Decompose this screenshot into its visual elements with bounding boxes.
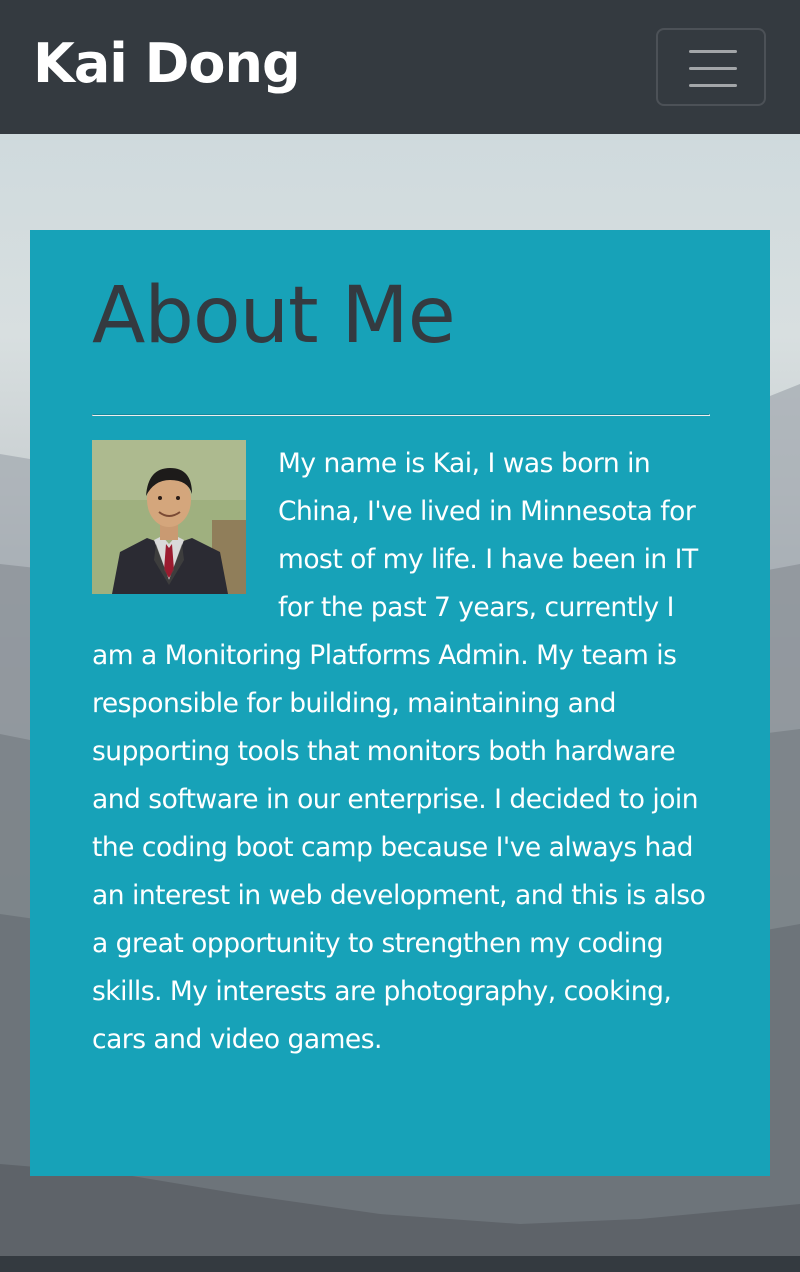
profile-photo <box>92 440 246 594</box>
navbar: Kai Dong <box>0 0 800 134</box>
brand-link[interactable]: Kai Dong <box>33 24 301 104</box>
bio-section: My name is Kai, I was born in China, I'v… <box>92 440 710 1064</box>
about-me-heading: About Me <box>92 271 456 361</box>
footer <box>0 1256 800 1272</box>
navbar-toggle-button[interactable] <box>656 28 766 106</box>
about-me-card: About Me My name is Kai, I was born in C… <box>30 230 770 1176</box>
hamburger-menu-icon <box>689 50 737 53</box>
divider <box>92 414 710 416</box>
